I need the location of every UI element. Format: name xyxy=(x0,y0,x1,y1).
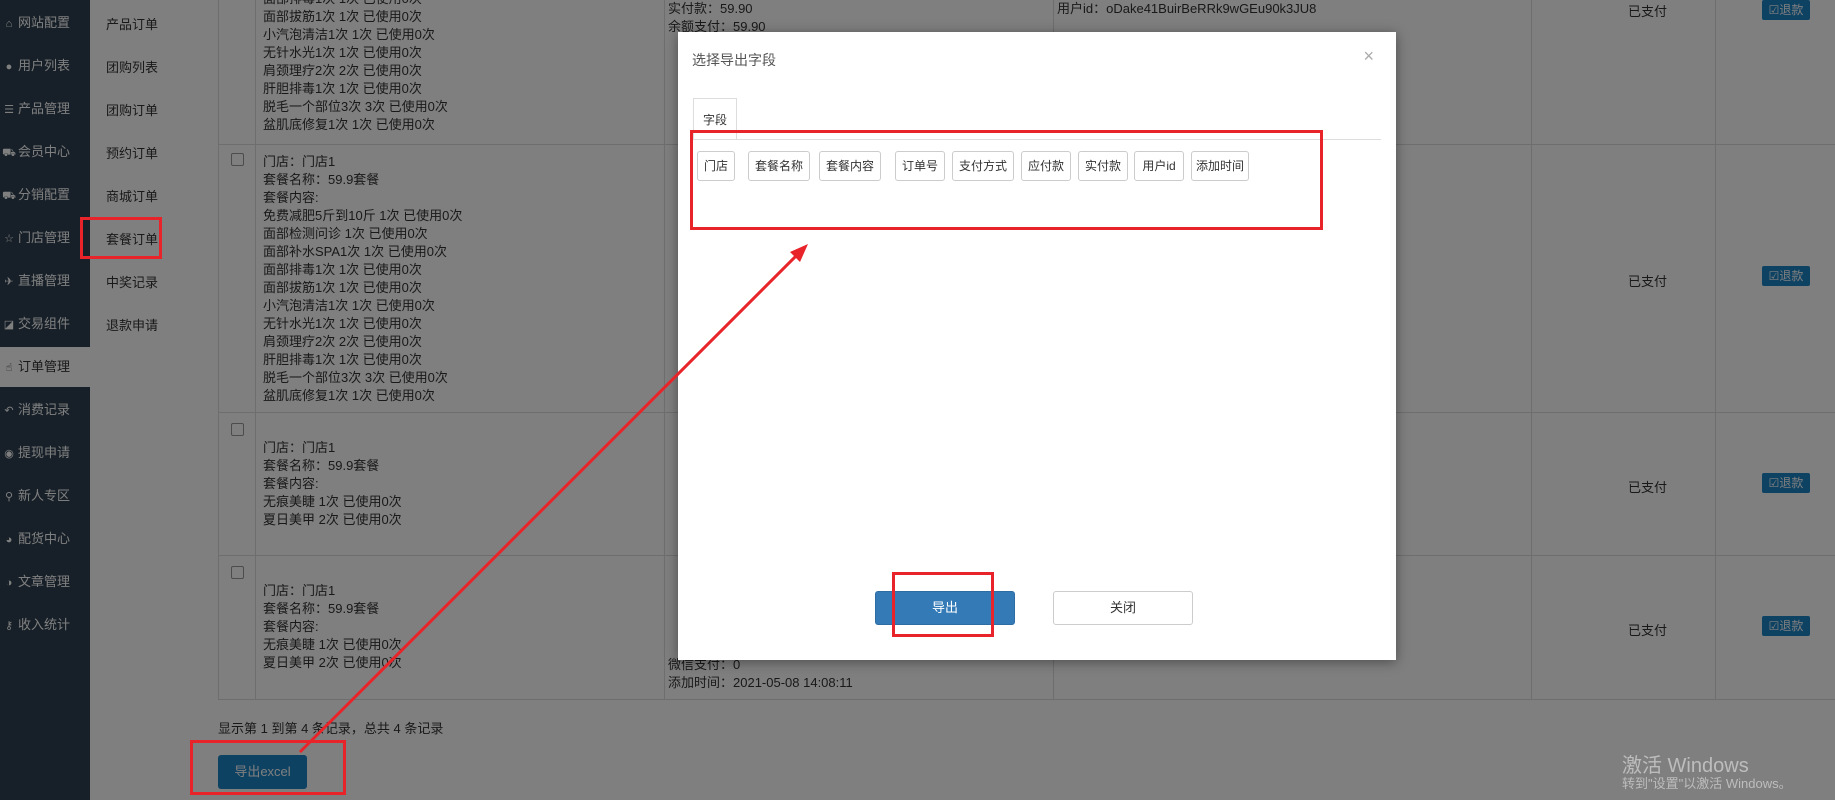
annotation-box-fields xyxy=(690,130,1323,230)
close-button[interactable]: 关闭 xyxy=(1053,591,1193,625)
dialog-title: 选择导出字段 xyxy=(692,52,776,68)
close-icon[interactable]: × xyxy=(1363,46,1374,67)
annotation-box-submenu xyxy=(80,217,162,259)
watermark-line-2: 转到"设置"以激活 Windows。 xyxy=(1622,776,1792,791)
annotation-box-export xyxy=(892,572,994,637)
export-fields-dialog: 选择导出字段 × 字段 门店 套餐名称 套餐内容 订单号 支付方式 应付款 实付款 用户id 添… xyxy=(678,32,1396,660)
windows-activation-watermark: 激活 Windows 转到"设置"以激活 Windows。 xyxy=(1622,755,1792,791)
watermark-line-1: 激活 Windows xyxy=(1622,755,1749,777)
annotation-box-export-excel xyxy=(190,740,346,795)
